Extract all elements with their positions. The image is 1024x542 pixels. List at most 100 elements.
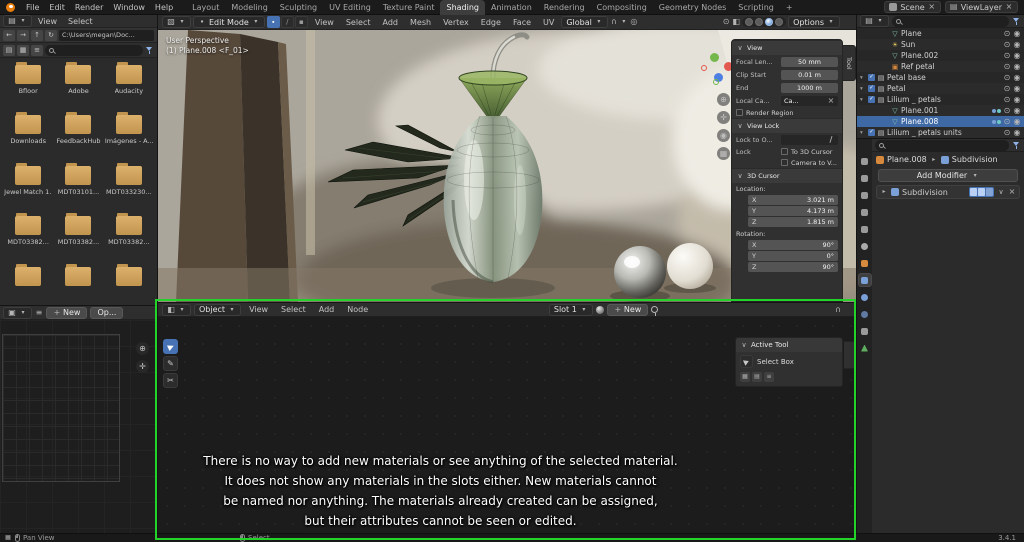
workspace-tab[interactable]: Shading (440, 0, 485, 15)
browse-material-icon[interactable] (595, 305, 604, 314)
outliner-item-label[interactable]: Petal base (887, 73, 926, 82)
file-search-input[interactable] (45, 44, 143, 56)
collection-checkbox[interactable] (868, 74, 875, 81)
outliner-item[interactable]: Plane.008 (857, 116, 1024, 127)
viewport-menu-item[interactable]: Edge (476, 15, 506, 29)
folder-item[interactable]: MDT03101... (54, 162, 102, 204)
folder-item[interactable] (105, 263, 153, 305)
workspace-tab[interactable]: Animation (485, 0, 538, 15)
cursor-location-y-field[interactable]: Y 4.173 m (748, 206, 838, 216)
hide-viewport-icon[interactable] (1003, 117, 1011, 127)
hide-render-icon[interactable] (1013, 84, 1021, 94)
properties-tab[interactable] (857, 273, 872, 287)
edge-select-button[interactable] (280, 16, 294, 28)
properties-tab[interactable] (859, 172, 871, 184)
folder-item[interactable] (4, 263, 52, 305)
outliner-item-label[interactable]: Lilium _ petals (887, 95, 941, 104)
hide-render-icon[interactable] (1013, 40, 1021, 50)
view-section-header[interactable]: View (732, 40, 842, 55)
cursor-section-header[interactable]: 3D Cursor (732, 168, 842, 183)
editor-type-button[interactable] (860, 15, 889, 27)
outliner-item-label[interactable]: Plane (901, 29, 922, 38)
select-subtract-icon[interactable] (764, 372, 774, 382)
properties-tab[interactable] (859, 257, 871, 269)
folder-item[interactable]: Bfloor (4, 62, 52, 103)
annotate-tool-icon[interactable] (163, 356, 178, 371)
hide-viewport-icon[interactable] (1003, 40, 1011, 50)
modifier-name[interactable]: Subdivision (902, 188, 948, 197)
axis-y-handle[interactable] (710, 53, 719, 62)
outliner-item[interactable]: Plane (857, 28, 1024, 39)
proportional-editing-icon[interactable] (630, 17, 638, 27)
folder-item[interactable]: Audacity (105, 62, 153, 103)
mode-dropdown[interactable]: Edit Mode (193, 16, 265, 28)
properties-tab[interactable] (859, 189, 871, 201)
viewport-menu-item[interactable]: View (310, 15, 339, 29)
shader-menu-item[interactable]: Select (276, 303, 311, 316)
viewport-menu-item[interactable]: Mesh (405, 15, 436, 29)
properties-tab[interactable] (859, 240, 871, 252)
workspace-tab[interactable]: Rendering (538, 0, 591, 15)
file-browser-menu-item[interactable]: Select (63, 15, 98, 27)
breadcrumb-object[interactable]: Plane.008 (887, 155, 927, 164)
hide-viewport-icon[interactable] (1003, 29, 1011, 39)
navigation-gizmo[interactable] (701, 53, 733, 85)
filter-icon[interactable] (1012, 17, 1021, 25)
scene-selector[interactable]: Scene (884, 1, 941, 13)
outliner-item-label[interactable]: Plane.001 (901, 106, 938, 115)
outliner-item[interactable]: Ref petal (857, 61, 1024, 72)
xray-toggle-icon[interactable] (732, 17, 740, 27)
hide-render-icon[interactable] (1013, 106, 1021, 116)
modifier-extras-icon[interactable] (997, 187, 1005, 197)
outliner-item[interactable]: Petal (857, 83, 1024, 94)
vertex-select-button[interactable] (266, 16, 280, 28)
image-editor-canvas[interactable] (0, 320, 157, 533)
expand-arrow-icon[interactable] (860, 130, 866, 136)
unlink-scene-icon[interactable] (928, 2, 936, 12)
folder-item[interactable] (54, 263, 102, 305)
clip-end-field[interactable]: 1000 m (781, 82, 838, 93)
editor-type-button[interactable] (3, 15, 32, 27)
shader-menu-item[interactable]: Node (342, 303, 373, 316)
workspace-tab[interactable]: UV Editing (323, 0, 377, 15)
properties-search-input[interactable] (875, 139, 1009, 151)
expand-arrow-icon[interactable] (860, 75, 866, 81)
collection-checkbox[interactable] (868, 96, 875, 103)
outliner-item-label[interactable]: Lilium _ petals units (887, 128, 962, 137)
outliner-item[interactable]: Lilium _ petals (857, 94, 1024, 105)
face-select-button[interactable] (294, 16, 308, 28)
viewport-menu-item[interactable]: Add (378, 15, 404, 29)
workspace-tab[interactable]: Layout (186, 0, 225, 15)
viewport-menu-item[interactable]: Face (508, 15, 536, 29)
hide-render-icon[interactable] (1013, 51, 1021, 61)
local-camera-field[interactable]: Ca... (781, 95, 838, 106)
shading-material-icon[interactable] (765, 18, 774, 26)
app-menu-item[interactable]: Window (108, 0, 150, 14)
shading-wireframe-icon[interactable] (745, 18, 754, 26)
properties-tab[interactable] (859, 308, 871, 320)
editor-type-button[interactable] (162, 303, 191, 316)
cursor-location-z-field[interactable]: Z 1.815 m (748, 217, 838, 227)
outliner-item-label[interactable]: Plane.008 (901, 117, 938, 126)
hide-viewport-icon[interactable] (1003, 95, 1011, 105)
workspace-tab[interactable]: Geometry Nodes (653, 0, 732, 15)
folder-item[interactable]: Adobe (54, 62, 102, 103)
outliner-item[interactable]: Sun (857, 39, 1024, 50)
outliner-item[interactable]: Lilium _ petals units (857, 127, 1024, 138)
modifier-panel-header[interactable]: Subdivision (876, 185, 1020, 199)
shader-menu-item[interactable]: Add (314, 303, 340, 316)
viewport-menu-item[interactable]: Vertex (438, 15, 474, 29)
hide-render-icon[interactable] (1013, 128, 1021, 138)
hide-viewport-icon[interactable] (1003, 128, 1011, 138)
select-box-tool-icon[interactable] (163, 339, 178, 354)
options-dropdown[interactable]: Options (788, 16, 840, 28)
shader-sidebar-tab[interactable] (844, 341, 856, 369)
app-menu-item[interactable]: Help (150, 0, 178, 14)
expand-arrow-icon[interactable] (860, 97, 866, 103)
folder-item[interactable]: Imágenes - A... (105, 112, 153, 153)
outliner-item[interactable]: Plane.001 (857, 105, 1024, 116)
hide-render-icon[interactable] (1013, 62, 1021, 72)
cursor-location-x-field[interactable]: X 3.021 m (748, 195, 838, 205)
menu-icon[interactable] (35, 308, 43, 318)
focal-length-field[interactable]: 50 mm (781, 56, 838, 67)
